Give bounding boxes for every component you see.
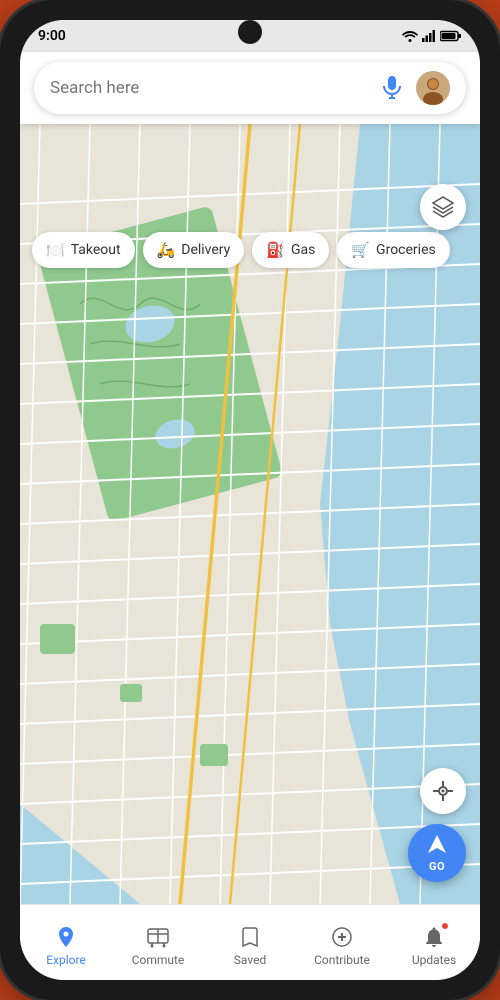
commute-icon [145,924,171,950]
contribute-icon [329,924,355,950]
nav-item-contribute[interactable]: Contribute [296,918,388,967]
map-area[interactable]: 🍽️ Takeout 🛵 Delivery ⛽ Gas 🛒 Groceries [20,124,480,904]
commute-label: Commute [132,953,185,967]
pill-takeout-label: Takeout [71,242,121,258]
saved-icon [237,924,263,950]
search-container: Search here [20,52,480,124]
search-bar[interactable]: Search here [34,62,466,114]
layers-button[interactable] [420,184,466,230]
pill-delivery-label: Delivery [181,242,230,258]
gas-icon: ⛽ [266,241,285,259]
locate-icon [431,779,455,803]
updates-label: Updates [412,953,456,967]
locate-button[interactable] [420,768,466,814]
layers-icon [431,195,455,219]
go-button[interactable]: GO [408,824,466,882]
mic-icon[interactable] [378,74,406,102]
explore-icon [53,924,79,950]
status-icons [402,30,462,42]
nav-item-saved[interactable]: Saved [204,918,296,967]
phone-screen: 9:00 [20,20,480,980]
category-pills: 🍽️ Takeout 🛵 Delivery ⛽ Gas 🛒 Groceries [20,224,480,276]
status-bar: 9:00 [20,20,480,52]
explore-label: Explore [46,953,86,967]
bottom-nav: Explore Commute [20,904,480,980]
nav-item-updates[interactable]: Updates [388,918,480,967]
pill-gas-label: Gas [291,242,315,258]
pill-groceries-label: Groceries [376,242,436,258]
pill-groceries[interactable]: 🛒 Groceries [337,232,449,268]
pill-takeout[interactable]: 🍽️ Takeout [32,232,135,268]
camera-notch [238,20,262,44]
contribute-label: Contribute [314,953,370,967]
phone-frame: 9:00 [0,0,500,1000]
delivery-icon: 🛵 [157,241,176,259]
search-input[interactable]: Search here [50,78,368,98]
nav-item-explore[interactable]: Explore [20,918,112,967]
go-label: GO [429,860,445,873]
user-avatar[interactable] [416,71,450,105]
pill-gas[interactable]: ⛽ Gas [252,232,329,268]
nav-item-commute[interactable]: Commute [112,918,204,967]
wifi-icon [402,30,418,42]
status-time: 9:00 [38,28,66,44]
signal-icon [422,30,436,42]
saved-label: Saved [234,953,266,967]
groceries-icon: 🛒 [351,241,370,259]
pill-delivery[interactable]: 🛵 Delivery [143,232,245,268]
updates-icon [421,924,447,950]
updates-badge [440,921,450,931]
go-arrow-icon [426,833,448,860]
takeout-icon: 🍽️ [46,241,65,259]
battery-icon [440,30,462,42]
